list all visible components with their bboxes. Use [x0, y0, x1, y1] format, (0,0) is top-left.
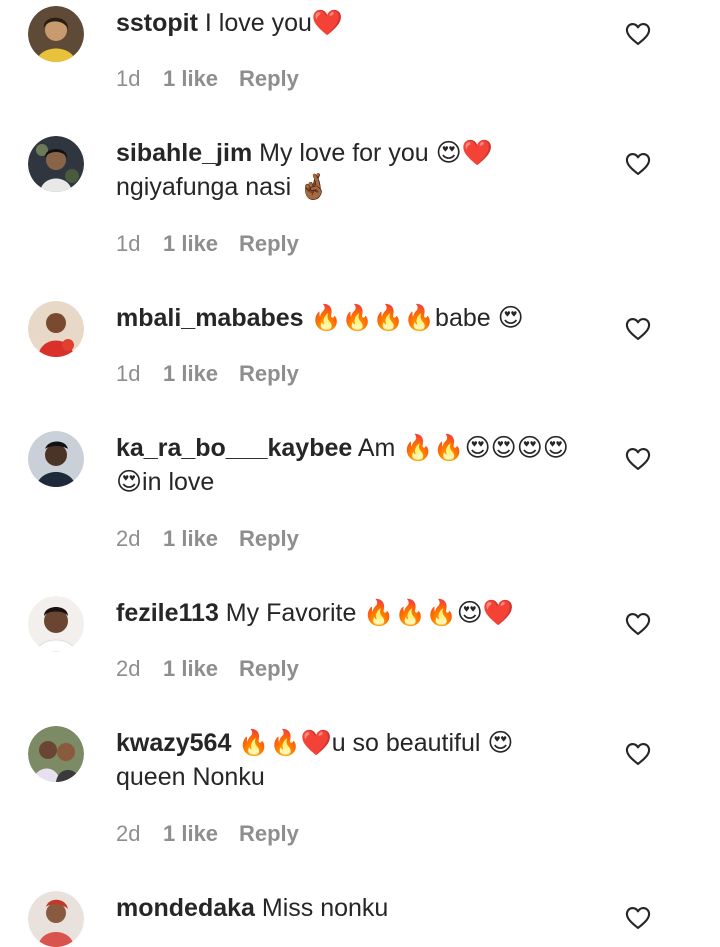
reply-button[interactable]: Reply	[239, 821, 299, 847]
comment-username[interactable]: mondedaka	[116, 894, 255, 922]
comment-meta: 1d 1 like Reply	[116, 361, 299, 387]
comment-text: fezile113 My Favorite 🔥🔥🔥😍❤️	[116, 596, 596, 630]
comment-time: 2d	[116, 526, 141, 551]
avatar[interactable]	[28, 726, 84, 782]
comment-text: mondedaka Miss nonku	[116, 891, 596, 925]
comment-meta: 2d 1 like Reply	[116, 821, 299, 847]
avatar[interactable]	[28, 6, 84, 62]
comment-likes[interactable]: 1 like	[163, 361, 239, 387]
heart-outline-icon[interactable]	[624, 740, 652, 768]
comment-text: ka_ra_bo___kaybee Am 🔥🔥😍😍😍😍 😍in love	[116, 431, 596, 499]
reply-button[interactable]: Reply	[239, 361, 299, 387]
comment-text: sibahle_jim My love for you 😍❤️ ngiyafun…	[116, 136, 596, 204]
comment-username[interactable]: kwazy564	[116, 729, 231, 757]
comment-likes[interactable]: 1 like	[163, 526, 239, 552]
comment-time: 1d	[116, 361, 141, 386]
avatar[interactable]	[28, 596, 84, 652]
comment-meta: 1d 1 like Reply	[116, 66, 299, 92]
avatar[interactable]	[28, 136, 84, 192]
heart-outline-icon[interactable]	[624, 315, 652, 343]
comment-username[interactable]: ka_ra_bo___kaybee	[116, 434, 352, 462]
reply-button[interactable]: Reply	[239, 231, 299, 257]
heart-outline-icon[interactable]	[624, 445, 652, 473]
reply-button[interactable]: Reply	[239, 526, 299, 552]
avatar[interactable]	[28, 431, 84, 487]
reply-button[interactable]: Reply	[239, 66, 299, 92]
heart-outline-icon[interactable]	[624, 610, 652, 638]
comment-likes[interactable]: 1 like	[163, 656, 239, 682]
comment-text: sstopit I love you❤️	[116, 6, 596, 40]
comment-likes[interactable]: 1 like	[163, 231, 239, 257]
reply-button[interactable]: Reply	[239, 656, 299, 682]
avatar[interactable]	[28, 301, 84, 357]
comment-meta: 2d 1 like Reply	[116, 526, 299, 552]
comment-text: kwazy564 🔥🔥❤️u so beautiful 😍 queen Nonk…	[116, 726, 596, 794]
comment-username[interactable]: mbali_mababes	[116, 304, 304, 332]
comment-message: 🔥🔥🔥🔥babe 😍	[303, 304, 524, 332]
comment-username[interactable]: sstopit	[116, 9, 198, 37]
comment-message: My Favorite 🔥🔥🔥😍❤️	[218, 599, 514, 627]
comment-time: 2d	[116, 821, 141, 846]
comment-meta: 2d 1 like Reply	[116, 656, 299, 682]
comment-text: mbali_mababes 🔥🔥🔥🔥babe 😍	[116, 301, 596, 335]
comment-time: 1d	[116, 66, 141, 91]
heart-outline-icon[interactable]	[624, 150, 652, 178]
comment-likes[interactable]: 1 like	[163, 821, 239, 847]
comment-username[interactable]: sibahle_jim	[116, 139, 252, 167]
avatar[interactable]	[28, 891, 84, 947]
heart-outline-icon[interactable]	[624, 20, 652, 48]
comment-likes[interactable]: 1 like	[163, 66, 239, 92]
comment-time: 1d	[116, 231, 141, 256]
comment-meta: 1d 1 like Reply	[116, 231, 299, 257]
comment-message: I love you❤️	[197, 9, 344, 37]
heart-outline-icon[interactable]	[624, 904, 652, 932]
comment-username[interactable]: fezile113	[116, 599, 219, 627]
comment-time: 2d	[116, 656, 141, 681]
comment-message: Miss nonku	[254, 894, 389, 922]
